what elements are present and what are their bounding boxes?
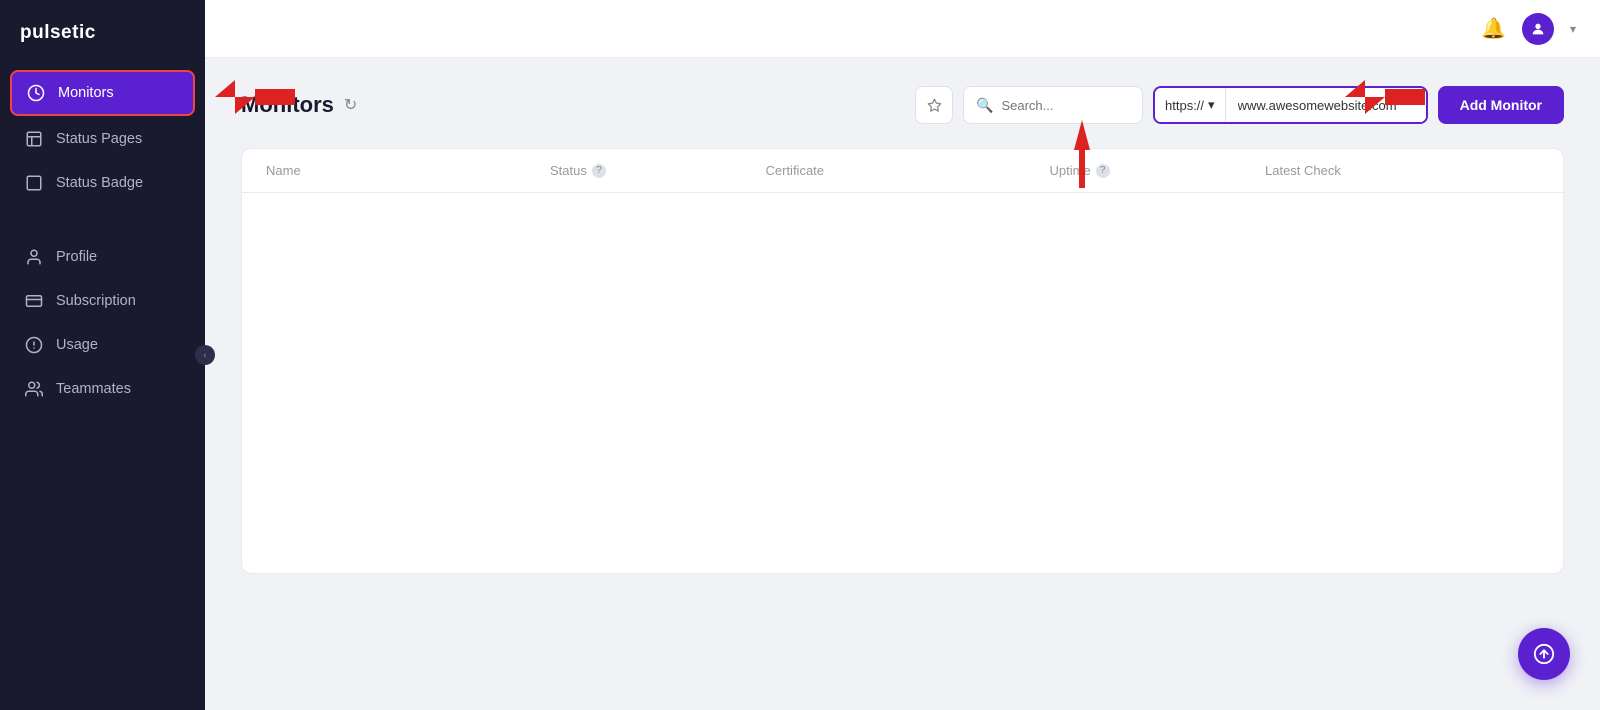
th-certificate: Certificate: [766, 163, 1040, 178]
notification-bell-icon[interactable]: 🔔: [1481, 16, 1506, 41]
sidebar-item-usage-label: Usage: [56, 337, 98, 353]
monitors-actions: 🔍 https:// ▾ Add Monitor: [915, 86, 1564, 124]
url-input-group: https:// ▾: [1153, 86, 1428, 124]
fab-button[interactable]: [1518, 628, 1570, 680]
sidebar-item-status-pages-label: Status Pages: [56, 131, 142, 147]
sidebar: pulsetic Monitors Status Pages: [0, 0, 205, 710]
th-latest-check: Latest Check: [1265, 163, 1539, 178]
add-monitor-button[interactable]: Add Monitor: [1438, 86, 1564, 124]
sidebar-item-status-badge[interactable]: Status Badge: [10, 162, 195, 204]
main-content: 🔔 ▾ Monitors ↻ 🔍: [205, 0, 1600, 710]
sidebar-item-monitors-label: Monitors: [58, 85, 114, 101]
teammates-icon: [24, 379, 44, 399]
th-name: Name: [266, 163, 540, 178]
search-input[interactable]: [1001, 98, 1130, 113]
sidebar-item-teammates-label: Teammates: [56, 381, 131, 397]
status-info-icon[interactable]: ?: [592, 164, 606, 178]
refresh-icon[interactable]: ↻: [344, 95, 357, 115]
monitors-header: Monitors ↻ 🔍 https:// ▾: [241, 86, 1564, 124]
usage-icon: [24, 335, 44, 355]
th-uptime: Uptime ?: [1050, 163, 1256, 178]
uptime-info-icon[interactable]: ?: [1096, 164, 1110, 178]
sidebar-item-status-badge-label: Status Badge: [56, 175, 143, 191]
monitors-table: Name Status ? Certificate Uptime ? Lates…: [241, 148, 1564, 574]
status-pages-icon: [24, 129, 44, 149]
sidebar-item-usage[interactable]: Usage: [10, 324, 195, 366]
subscription-icon: [24, 291, 44, 311]
sidebar-item-profile[interactable]: Profile: [10, 236, 195, 278]
sidebar-nav: Monitors Status Pages Status Badge: [0, 62, 205, 710]
sidebar-collapse-button[interactable]: ‹: [195, 345, 215, 365]
sidebar-item-subscription-label: Subscription: [56, 293, 136, 309]
search-icon: 🔍: [976, 97, 993, 114]
profile-icon: [24, 247, 44, 267]
table-empty-state: [242, 193, 1563, 573]
page-content: Monitors ↻ 🔍 https:// ▾: [205, 58, 1600, 710]
protocol-value: https://: [1165, 98, 1204, 113]
sidebar-item-monitors[interactable]: Monitors: [10, 70, 195, 116]
app-logo: pulsetic: [0, 0, 205, 62]
table-header: Name Status ? Certificate Uptime ? Lates…: [242, 149, 1563, 193]
search-box: 🔍: [963, 86, 1143, 124]
sidebar-item-status-pages[interactable]: Status Pages: [10, 118, 195, 160]
pin-button[interactable]: [915, 86, 953, 124]
user-avatar[interactable]: [1522, 13, 1554, 45]
topbar: 🔔 ▾: [205, 0, 1600, 58]
protocol-chevron-icon: ▾: [1208, 97, 1215, 113]
protocol-selector[interactable]: https:// ▾: [1155, 88, 1226, 122]
sidebar-item-profile-label: Profile: [56, 249, 97, 265]
monitor-icon: [26, 83, 46, 103]
sidebar-item-subscription[interactable]: Subscription: [10, 280, 195, 322]
status-badge-icon: [24, 173, 44, 193]
th-status: Status ?: [550, 163, 756, 178]
url-input[interactable]: [1226, 88, 1426, 122]
sidebar-item-teammates[interactable]: Teammates: [10, 368, 195, 410]
page-title: Monitors: [241, 92, 334, 118]
user-menu-chevron-icon[interactable]: ▾: [1570, 22, 1576, 36]
